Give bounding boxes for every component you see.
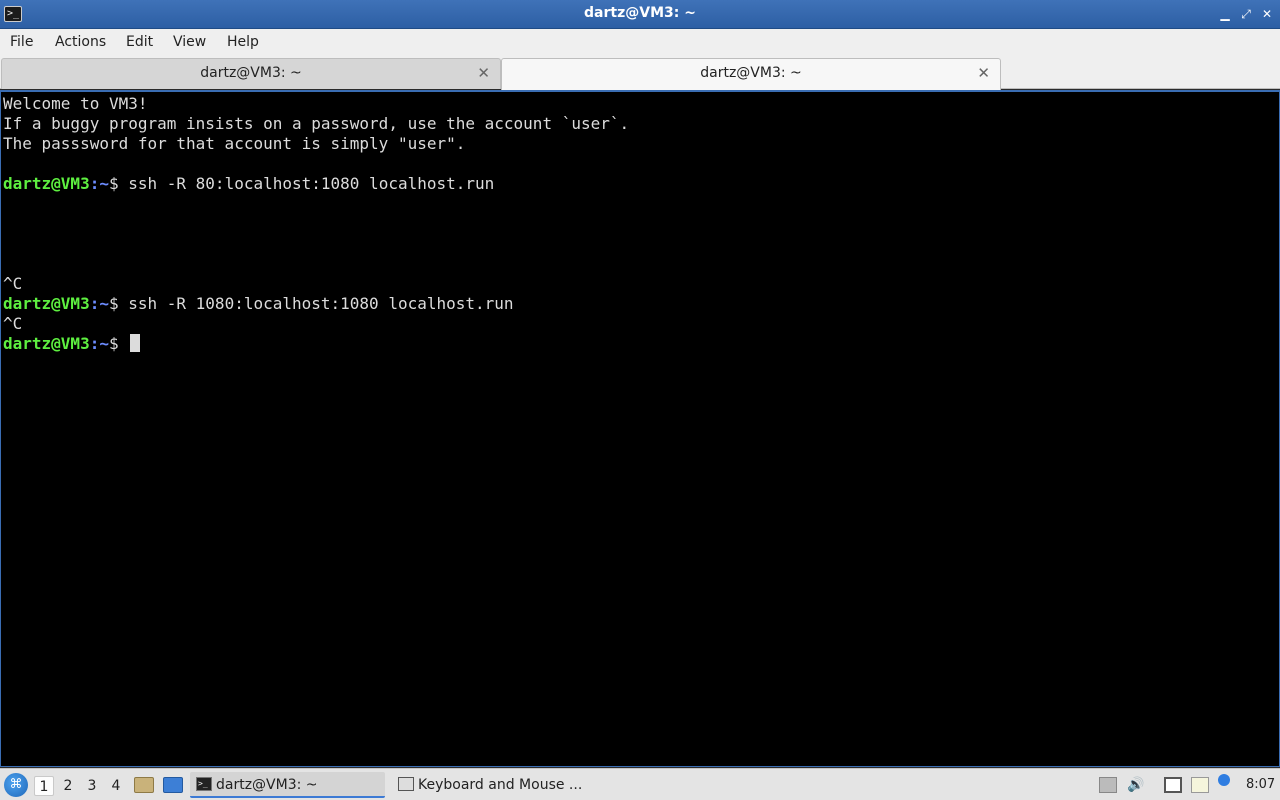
tab-close-icon[interactable]: ✕	[477, 64, 490, 82]
workspace-4[interactable]: 4	[106, 776, 126, 796]
terminal-line: Welcome to VM3!	[3, 94, 148, 113]
close-button[interactable]: ✕	[1258, 6, 1276, 22]
start-menu-button[interactable]: ⌘	[4, 773, 28, 797]
network-icon[interactable]	[1164, 777, 1182, 793]
terminal-line: ^C	[3, 274, 23, 293]
minimize-button[interactable]: ▁	[1216, 6, 1234, 22]
workspace-2[interactable]: 2	[58, 776, 78, 796]
menu-actions[interactable]: Actions	[55, 34, 106, 50]
prompt-path: :~	[89, 294, 109, 313]
terminal-line: The passsword for that account is simply…	[3, 134, 466, 153]
task-terminal[interactable]: >_ dartz@VM3: ~	[190, 772, 385, 798]
menu-bar: File Actions Edit View Help	[0, 29, 1280, 56]
prompt-user: dartz@VM3	[3, 334, 90, 353]
notification-icon[interactable]	[1218, 774, 1230, 786]
volume-icon[interactable]: 🔊	[1127, 777, 1145, 793]
file-manager-icon[interactable]	[134, 777, 154, 793]
command-text: $ ssh -R 80:localhost:1080 localhost.run	[108, 174, 495, 193]
terminal-line: If a buggy program insists on a password…	[3, 114, 630, 133]
keyboard-icon	[398, 777, 414, 791]
window-titlebar: >_ dartz@VM3: ~ ▁ ⤢ ✕	[0, 0, 1280, 29]
terminal-line: dartz@VM3:~$ ssh -R 1080:localhost:1080 …	[3, 294, 629, 314]
tab-label: dartz@VM3: ~	[700, 65, 802, 81]
terminal-line: ^C	[3, 314, 23, 333]
tab-terminal-2[interactable]: dartz@VM3: ~ ✕	[501, 58, 1001, 90]
prompt-user: dartz@VM3	[3, 174, 90, 193]
clipboard-icon[interactable]	[1191, 777, 1209, 793]
text-cursor	[130, 334, 141, 352]
menu-view[interactable]: View	[173, 34, 206, 50]
taskbar: ⌘ 1 2 3 4 >_ dartz@VM3: ~ Keyboard and M…	[0, 768, 1280, 800]
tab-terminal-1[interactable]: dartz@VM3: ~ ✕	[1, 58, 501, 89]
terminal-output: Welcome to VM3! If a buggy program insist…	[3, 94, 629, 354]
maximize-button[interactable]: ⤢	[1237, 6, 1255, 22]
terminal-line: dartz@VM3:~$ ssh -R 80:localhost:1080 lo…	[3, 174, 629, 194]
clock[interactable]: 8:07	[1246, 777, 1275, 800]
tab-bar: dartz@VM3: ~ ✕ dartz@VM3: ~ ✕	[0, 56, 1280, 90]
task-label: Keyboard and Mouse ...	[418, 777, 583, 793]
show-desktop-icon[interactable]	[163, 777, 183, 793]
command-text: $	[108, 334, 129, 353]
menu-edit[interactable]: Edit	[126, 34, 153, 50]
menu-help[interactable]: Help	[227, 34, 259, 50]
terminal-view[interactable]: Welcome to VM3! If a buggy program insist…	[0, 90, 1280, 767]
tab-close-icon[interactable]: ✕	[977, 64, 990, 82]
task-label: dartz@VM3: ~	[216, 777, 318, 793]
prompt-path: :~	[89, 334, 109, 353]
command-text: $ ssh -R 1080:localhost:1080 localhost.r…	[108, 294, 514, 313]
tab-label: dartz@VM3: ~	[200, 65, 302, 81]
workspace-1[interactable]: 1	[34, 776, 54, 796]
prompt-user: dartz@VM3	[3, 294, 90, 313]
workspace-3[interactable]: 3	[82, 776, 102, 796]
terminal-icon: >_	[196, 777, 212, 791]
task-keyboard-mouse[interactable]: Keyboard and Mouse ...	[392, 772, 592, 798]
tray-update-icon[interactable]	[1099, 777, 1117, 793]
terminal-line: dartz@VM3:~$	[3, 334, 629, 354]
window-title: dartz@VM3: ~	[584, 5, 696, 21]
menu-file[interactable]: File	[10, 34, 33, 50]
prompt-path: :~	[89, 174, 109, 193]
